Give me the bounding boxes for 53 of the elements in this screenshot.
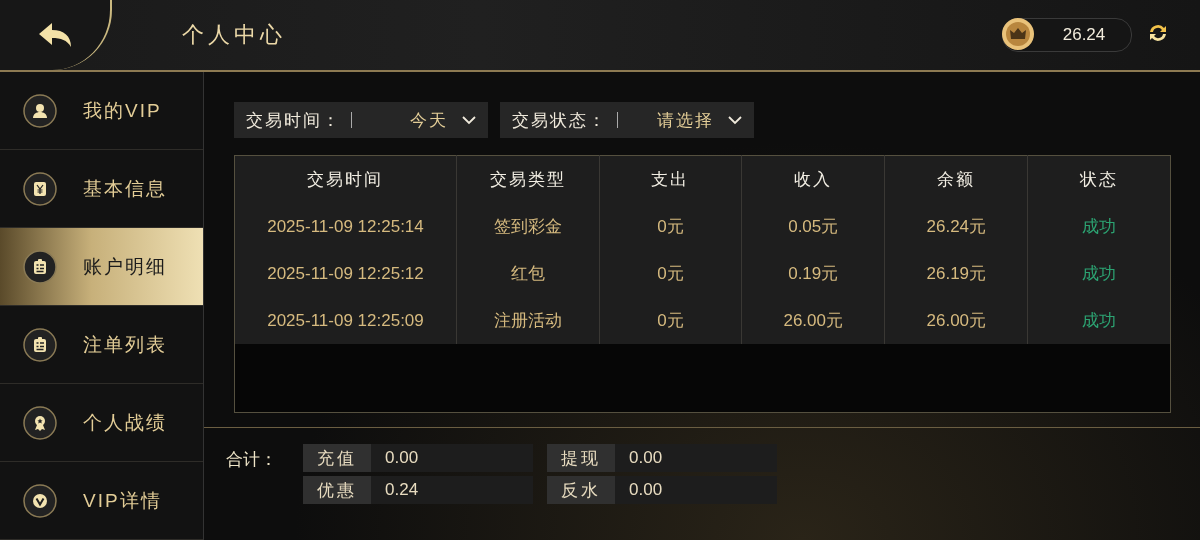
column-header: 支出 [599,155,742,203]
sidebar-item[interactable]: 我的VIP [0,72,203,150]
totals-label: 合计： [226,449,277,471]
crown-coin-icon [1001,17,1035,51]
table-cell: 2025-11-09 12:25:14 [234,203,457,250]
total-label: 反水 [547,476,615,504]
table-cell: 红包 [456,250,600,297]
status-cell: 成功 [1027,250,1171,297]
person-icon [23,93,57,128]
table-cell: 26.00元 [884,297,1028,344]
back-arrow-icon [37,21,73,49]
table-cell: 0.05元 [741,203,885,250]
balance-amount: 26.24 [1061,25,1107,45]
sidebar-item[interactable]: 注单列表 [0,306,203,384]
total-value: 0.00 [384,447,419,469]
total-label: 提现 [547,444,615,472]
sidebar-item[interactable]: 个人战绩 [0,384,203,462]
filter-dropdown[interactable]: 交易状态： 请选择 [500,102,754,138]
column-header: 交易类型 [456,155,600,203]
clipboard-list-icon [23,249,57,284]
v-badge-icon [23,483,57,518]
status-cell: 成功 [1027,203,1171,250]
status-cell: 成功 [1027,297,1171,344]
page-title: 个人中心 [182,21,286,49]
table-cell: 2025-11-09 12:25:09 [234,297,457,344]
table-cell: 注册活动 [456,297,600,344]
yuan-notebook-icon [23,171,57,206]
chevron-down-icon [728,115,742,125]
table-cell: 0元 [599,250,742,297]
sidebar-item[interactable]: 账户明细 [0,228,203,306]
table-cell: 26.24元 [884,203,1028,250]
table-cell: 0.19元 [741,250,885,297]
chevron-down-icon [462,115,476,125]
table-cell: 26.19元 [884,250,1028,297]
total-value: 0.00 [628,447,663,469]
column-header: 余额 [884,155,1028,203]
total-label: 优惠 [303,476,371,504]
medal-icon [23,405,57,440]
back-button[interactable] [0,0,112,70]
total-value: 0.00 [628,479,663,501]
column-header: 收入 [741,155,885,203]
table-cell: 0元 [599,203,742,250]
filter-dropdown[interactable]: 交易时间： 今天 [234,102,488,138]
table-cell: 0元 [599,297,742,344]
table-cell: 签到彩金 [456,203,600,250]
table-cell: 2025-11-09 12:25:12 [234,250,457,297]
column-header: 交易时间 [234,155,457,203]
table-cell: 26.00元 [741,297,885,344]
column-header: 状态 [1027,155,1171,203]
total-label: 充值 [303,444,371,472]
sidebar-item[interactable]: VIP详情 [0,462,203,540]
total-value: 0.24 [384,479,419,501]
clipboard-list-icon [23,327,57,362]
